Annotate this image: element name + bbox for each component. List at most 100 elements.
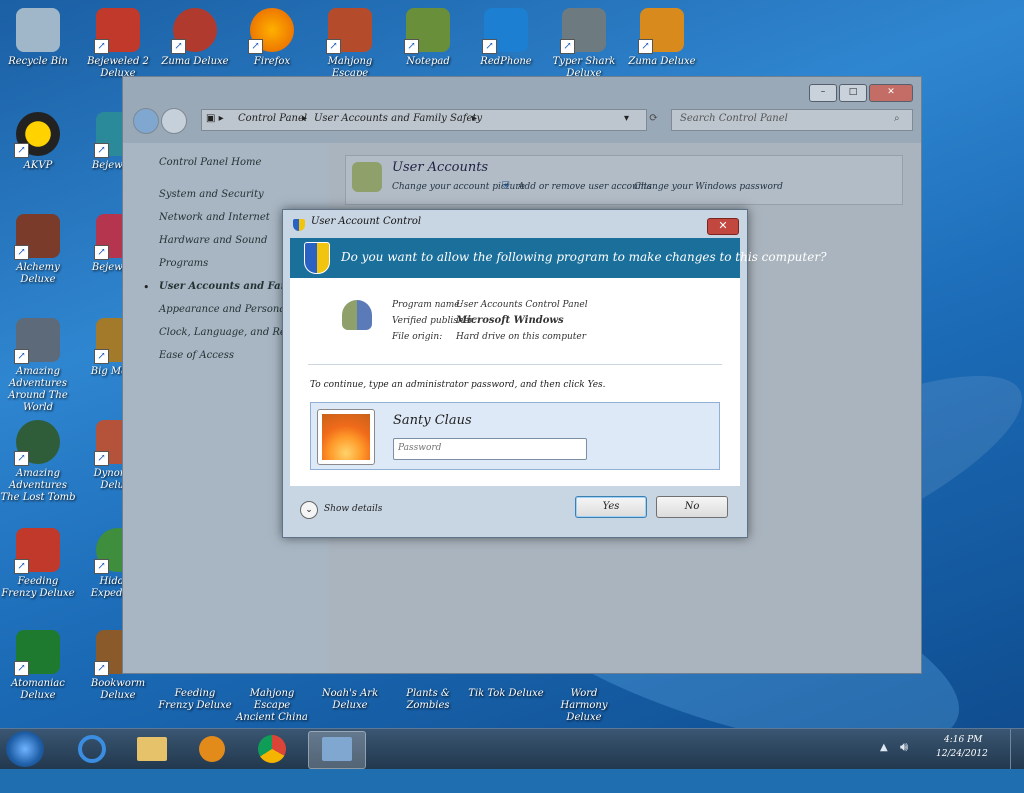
desktop-icon[interactable]: ↗ AKVP (0, 112, 76, 172)
shortcut-arrow-icon: ↗ (14, 661, 29, 676)
shield-icon: ⛨ (502, 181, 510, 192)
nav-system-security[interactable]: System and Security (159, 189, 264, 200)
refresh-button[interactable]: ⟳ (649, 111, 658, 124)
nav-control-panel-home[interactable]: Control Panel Home (159, 157, 261, 168)
taskbar: ▲ 🔊︎ 4:16 PM 12/24/2012 (0, 728, 1024, 769)
desktop-icon-label[interactable]: Plants & Zombies (390, 684, 466, 712)
desktop-icon[interactable]: ↗ RedPhone (468, 8, 544, 68)
window-titlebar (123, 77, 921, 105)
address-bar[interactable]: ▣ ▸ Control Panel ▸ User Accounts and Fa… (201, 109, 647, 131)
desktop-icon[interactable]: ↗ Zuma Deluxe (157, 8, 233, 68)
notepad-icon: ↗ (404, 8, 450, 54)
section-link[interactable]: Add or remove user accounts (518, 182, 652, 192)
shortcut-arrow-icon: ↗ (94, 559, 109, 574)
close-button[interactable]: ✕ (707, 218, 739, 235)
media-player-icon[interactable] (184, 731, 240, 767)
show-hidden-icons-button[interactable]: ▲ (880, 742, 888, 753)
clock-date[interactable]: 12/24/2012 (936, 749, 988, 759)
shortcut-arrow-icon: ↗ (482, 39, 497, 54)
desktop-icon-label[interactable]: Feeding Frenzy Deluxe (157, 684, 233, 712)
internet-explorer-icon[interactable] (64, 731, 120, 767)
shortcut-arrow-icon: ↗ (14, 245, 29, 260)
game-icon: ↗ (14, 214, 60, 260)
shortcut-arrow-icon: ↗ (94, 39, 109, 54)
control-panel-taskbar-button[interactable] (308, 731, 366, 769)
uac-dialog: User Account Control ✕ Do you want to al… (282, 209, 827, 538)
phone-app-icon: ↗ (482, 8, 528, 54)
desktop-icon[interactable]: ↗ Typer Shark Deluxe (546, 8, 622, 80)
desktop-icon[interactable]: ↗ Atomaniac Deluxe (0, 630, 76, 702)
start-button[interactable] (6, 731, 44, 767)
section-link[interactable]: Change your Windows password (634, 182, 783, 192)
dialog-body: Program name: User Accounts Control Pane… (290, 278, 740, 486)
breadcrumb-item[interactable]: User Accounts and Family Safety (314, 113, 482, 124)
game-icon: ↗ (560, 8, 606, 54)
password-input[interactable] (394, 439, 582, 457)
desktop-icon-label[interactable]: Mahjong Escape Ancient China (234, 684, 310, 724)
chevron-right-icon: ▸ (472, 113, 478, 124)
yes-button[interactable]: Yes (575, 496, 647, 518)
desktop-icon[interactable]: ↗ Amazing Adventures Around The World (0, 318, 76, 414)
divider (308, 364, 722, 365)
game-icon: ↗ (14, 528, 60, 574)
navigation-bar: ▣ ▸ Control Panel ▸ User Accounts and Fa… (131, 107, 913, 134)
desktop-icon-label[interactable]: Word Harmony Deluxe (546, 684, 622, 724)
maximize-button[interactable]: □ (839, 84, 867, 102)
dropdown-arrow-icon[interactable]: ▾ (624, 113, 629, 124)
control-panel-icon: ▣ ▸ (206, 113, 224, 124)
search-icon: ⌕ (894, 113, 900, 124)
shortcut-arrow-icon: ↗ (326, 39, 341, 54)
nav-network-internet[interactable]: Network and Internet (159, 212, 270, 223)
game-icon: ↗ (638, 8, 684, 54)
dialog-title: User Account Control (311, 216, 422, 227)
shortcut-arrow-icon: ↗ (94, 349, 109, 364)
search-box[interactable]: Search Control Panel ⌕ (671, 109, 913, 131)
uac-shield-icon (293, 219, 305, 231)
desktop-icon[interactable]: ↗ Firefox (234, 8, 310, 68)
chevron-right-icon: ▸ (302, 113, 308, 124)
user-avatar (317, 409, 375, 465)
chrome-icon[interactable] (244, 731, 300, 767)
close-button[interactable]: ✕ (869, 84, 913, 102)
breadcrumb-item[interactable]: Control Panel (238, 113, 307, 124)
publisher: Microsoft Windows (456, 315, 564, 326)
no-button[interactable]: No (656, 496, 728, 518)
nav-programs[interactable]: Programs (159, 258, 208, 269)
password-field[interactable] (393, 438, 587, 460)
users-icon (342, 300, 372, 330)
nav-hardware-sound[interactable]: Hardware and Sound (159, 235, 267, 246)
forward-button[interactable] (161, 108, 187, 134)
show-desktop-button[interactable] (1010, 729, 1023, 769)
volume-icon[interactable]: 🔊︎ (900, 740, 908, 755)
uac-question: Do you want to allow the following progr… (341, 250, 827, 264)
minimize-button[interactable]: – (809, 84, 837, 102)
desktop-icon[interactable]: ↗ Bejeweled 2 Deluxe (80, 8, 156, 80)
clock-time[interactable]: 4:16 PM (944, 735, 982, 745)
current-item-bullet-icon: • (143, 281, 150, 294)
back-button[interactable] (133, 108, 159, 134)
shortcut-arrow-icon: ↗ (14, 451, 29, 466)
window-controls: – □ ✕ (809, 84, 913, 102)
shortcut-arrow-icon: ↗ (14, 143, 29, 158)
game-icon: ↗ (14, 420, 60, 466)
nav-ease-of-access[interactable]: Ease of Access (159, 350, 234, 361)
desktop-icon-label[interactable]: Noah's Ark Deluxe (312, 684, 388, 712)
dialog-footer: ⌄ Show details Yes No (290, 486, 740, 530)
desktop-icon[interactable]: ↗ Notepad (390, 8, 466, 68)
chevron-down-icon[interactable]: ⌄ (300, 501, 318, 519)
desktop-icon[interactable]: ↗ Feeding Frenzy Deluxe (0, 528, 76, 600)
file-explorer-icon[interactable] (124, 731, 180, 767)
desktop-icon-label[interactable]: Tik Tok Deluxe (468, 684, 544, 700)
desktop-icon[interactable]: ↗ Amazing Adventures The Lost Tomb (0, 420, 76, 504)
shortcut-arrow-icon: ↗ (14, 349, 29, 364)
instruction-text: To continue, type an administrator passw… (310, 380, 606, 390)
show-details-link[interactable]: Show details (324, 504, 382, 514)
desktop-icon[interactable]: ↗ Mahjong Escape (312, 8, 388, 80)
credential-tile[interactable]: Santy Claus (310, 402, 720, 470)
desktop-icon[interactable]: ↗ Zuma Deluxe (624, 8, 700, 68)
uac-shield-icon (304, 242, 330, 274)
desktop-icon[interactable]: ↗ Alchemy Deluxe (0, 214, 76, 286)
desktop-icon[interactable]: Recycle Bin (0, 8, 76, 68)
game-icon: ↗ (171, 8, 217, 54)
section-heading[interactable]: User Accounts (392, 160, 488, 175)
